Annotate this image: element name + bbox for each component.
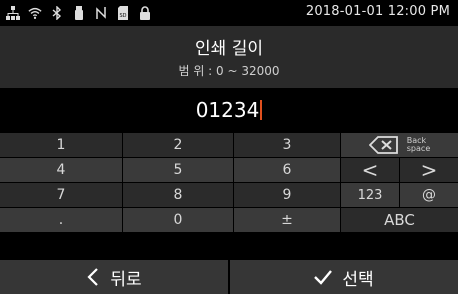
header: 인쇄 길이 범 위 : 0 ~ 32000 bbox=[0, 26, 458, 88]
backspace-button[interactable]: Back space bbox=[341, 133, 458, 157]
key-4[interactable]: 4 bbox=[0, 158, 122, 182]
back-label: 뒤로 bbox=[110, 269, 142, 290]
key-dot[interactable]: . bbox=[0, 208, 122, 232]
cursor-left-button[interactable]: < bbox=[341, 158, 399, 182]
sd-card-icon: SD bbox=[116, 5, 130, 21]
text-caret bbox=[260, 100, 263, 120]
wifi-icon bbox=[28, 5, 42, 21]
key-1[interactable]: 1 bbox=[0, 133, 122, 157]
cursor-right-button[interactable]: > bbox=[400, 158, 458, 182]
network-icon bbox=[6, 5, 20, 21]
back-button[interactable]: 뒤로 bbox=[0, 260, 228, 294]
page-title: 인쇄 길이 bbox=[195, 39, 263, 59]
svg-text:SD: SD bbox=[119, 13, 126, 19]
abc-mode-button[interactable]: ABC bbox=[341, 208, 458, 232]
key-0[interactable]: 0 bbox=[123, 208, 233, 232]
chevron-left-icon bbox=[86, 268, 100, 286]
key-8[interactable]: 8 bbox=[123, 183, 233, 207]
key-9[interactable]: 9 bbox=[234, 183, 340, 207]
status-icons: SD bbox=[6, 5, 152, 21]
backspace-icon bbox=[368, 136, 399, 154]
select-label: 선택 bbox=[342, 269, 374, 290]
backspace-label-line2: space bbox=[406, 144, 431, 153]
status-bar: SD 2018-01-01 12:00 PM bbox=[0, 0, 458, 26]
at-button[interactable]: @ bbox=[400, 183, 458, 207]
backspace-label: Back space bbox=[407, 137, 430, 153]
key-7[interactable]: 7 bbox=[0, 183, 122, 207]
usb-icon bbox=[72, 5, 86, 21]
lock-icon bbox=[138, 5, 152, 21]
value-field[interactable]: 01234 bbox=[0, 88, 458, 132]
nfc-icon bbox=[94, 5, 108, 21]
key-2[interactable]: 2 bbox=[123, 133, 233, 157]
numeric-mode-button[interactable]: 123 bbox=[341, 183, 399, 207]
key-3[interactable]: 3 bbox=[234, 133, 340, 157]
value-display[interactable]: 01234 bbox=[0, 98, 458, 122]
select-button[interactable]: 선택 bbox=[230, 260, 458, 294]
range-text: 범 위 : 0 ~ 32000 bbox=[178, 64, 280, 78]
key-plus-minus[interactable]: ± bbox=[234, 208, 340, 232]
value-text: 01234 bbox=[195, 98, 260, 122]
key-6[interactable]: 6 bbox=[234, 158, 340, 182]
check-icon bbox=[314, 269, 333, 285]
key-5[interactable]: 5 bbox=[123, 158, 233, 182]
datetime: 2018-01-01 12:00 PM bbox=[305, 4, 450, 19]
keypad: 1 2 3 Back space 4 5 6 < > 7 8 9 123 @ .… bbox=[0, 133, 458, 257]
bluetooth-icon bbox=[50, 5, 64, 21]
bottom-bar: 뒤로 선택 bbox=[0, 260, 458, 294]
